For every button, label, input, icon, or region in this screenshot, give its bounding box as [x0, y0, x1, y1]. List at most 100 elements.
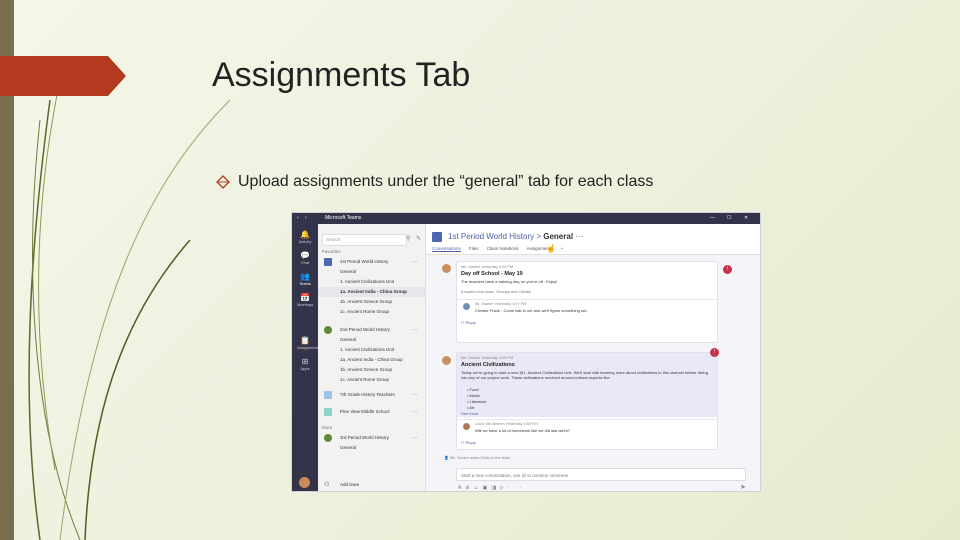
team-item-pine-view[interactable]: Pine View Middle School ···: [318, 407, 425, 417]
more-options-icon[interactable]: ···: [508, 485, 525, 491]
see-more-link[interactable]: See more: [461, 411, 478, 416]
tab-files[interactable]: Files: [469, 246, 479, 251]
bullet-text: Upload assignments under the “general” t…: [238, 173, 654, 190]
rail-teams[interactable]: 👥 Teams: [297, 272, 313, 286]
app-rail: 🔔 Activity 💬 Chat 👥 Teams 📅 Meetings 📋 Assign…: [292, 224, 320, 491]
more-options-icon[interactable]: ···: [412, 325, 417, 335]
team-item-2nd-period[interactable]: 2nd Period World History ···: [318, 325, 425, 335]
attach-icon[interactable]: ⊘: [465, 485, 473, 491]
channel-item[interactable]: 1b. Ancient Greece Group: [318, 297, 425, 307]
reply-button[interactable]: ↩ Reply: [461, 440, 476, 445]
channel-item[interactable]: 1. Ancient Civilizations Unit: [318, 345, 425, 355]
channel-item[interactable]: 1. Ancient Civilizations Unit: [318, 277, 425, 287]
rail-chat[interactable]: 💬 Chat: [297, 251, 313, 265]
channel-item[interactable]: 1c. Ancient Rome Group: [318, 375, 425, 385]
important-badge-icon: !: [723, 265, 732, 274]
add-tab-button[interactable]: +: [561, 246, 564, 251]
channel-item-selected[interactable]: 1a. Ancient India - China Group: [318, 287, 425, 297]
avatar: [442, 264, 451, 273]
channel-general[interactable]: General: [318, 267, 425, 277]
reply-meta: Mr. Sanker Yesterday 4:57 PM: [475, 302, 527, 306]
add-team-icon: ⚇: [324, 482, 330, 488]
app-title: Microsoft Teams: [325, 215, 362, 221]
channel-item[interactable]: 1b. Ancient Greece Group: [318, 365, 425, 375]
channel-item[interactable]: 1c. Ancient Rome Group: [318, 307, 425, 317]
post-text: The teachers have a training day, so you…: [461, 279, 558, 284]
compose-icon[interactable]: ✎: [416, 235, 421, 242]
channel-main: 1st Period World History > General ··· C…: [426, 224, 760, 491]
post-meta: Ms. Sanker Yesterday 4:09 PM: [461, 265, 514, 269]
teams-titlebar: ‹ › Microsoft Teams — ☐ ✕: [292, 213, 760, 224]
channel-general[interactable]: General: [318, 443, 425, 453]
channel-header: 1st Period World History > General ··· C…: [426, 224, 760, 255]
favorites-header: Favorites: [322, 249, 341, 254]
sticker-icon[interactable]: ◨: [491, 485, 500, 491]
apps-icon: ⊞: [301, 357, 309, 366]
channel-item[interactable]: 1a. Ancient India - China Group: [318, 355, 425, 365]
post-text: Today we're going to start a new @1. Anc…: [461, 370, 708, 380]
filter-icon[interactable]: ⚲: [406, 235, 410, 242]
slide-title: Assignments Tab: [212, 56, 471, 94]
team-item-7th-grade[interactable]: 7th Grade History Teachers ···: [318, 390, 425, 400]
emoji-icon[interactable]: ☺: [474, 485, 483, 491]
compose-input[interactable]: Start a new conversation, use @ to menti…: [456, 468, 746, 481]
search-input[interactable]: Search: [322, 234, 407, 246]
reply-button[interactable]: ↩ Reply: [461, 320, 476, 325]
post-title: Ancient Civilizations: [461, 362, 515, 368]
minimize-icon[interactable]: —: [710, 215, 715, 221]
mouse-pointer-icon: ☝: [546, 244, 556, 253]
title-accent-arrow: [0, 56, 126, 96]
team-item-1st-period[interactable]: 1st Period World History ···: [318, 257, 425, 267]
post-title: Day off School - May 19: [461, 271, 523, 277]
close-icon[interactable]: ✕: [744, 215, 748, 221]
team-avatar: [324, 391, 332, 399]
team-item-3rd-period[interactable]: 3rd Period World History ···: [318, 433, 425, 443]
reply-text: Will we have a lot of homework like we d…: [475, 428, 570, 433]
post-ancient-civilizations: Ms. Sanker Yesterday 4:09 PM Ancient Civ…: [456, 352, 718, 450]
add-team-button[interactable]: ⚇ Add team: [318, 480, 425, 490]
team-avatar: [324, 434, 332, 442]
bullet-item: Upload assignments under the “general” t…: [216, 173, 653, 191]
more-options-icon[interactable]: ···: [412, 407, 417, 417]
more-options-icon[interactable]: ···: [412, 257, 417, 267]
rail-assignments[interactable]: 📋 Assignments: [297, 336, 320, 350]
channel-general[interactable]: General: [318, 335, 425, 345]
teams-icon: 👥: [300, 272, 310, 281]
meet-icon[interactable]: ▷: [500, 485, 508, 491]
reply-meta: Louis Van Beeten Yesterday 4:59 PM: [475, 422, 538, 426]
rail-apps[interactable]: ⊞ Apps: [297, 357, 313, 371]
avatar[interactable]: [299, 477, 310, 488]
teams-list: Search ⚲ ✎ Favorites 1st Period World Hi…: [318, 224, 426, 491]
tab-class-notebook[interactable]: Class Notebook: [487, 246, 519, 251]
chat-icon: 💬: [300, 251, 310, 260]
team-avatar: [324, 326, 332, 334]
rail-activity[interactable]: 🔔 Activity: [297, 230, 313, 244]
maximize-icon[interactable]: ☐: [727, 215, 731, 221]
more-options-icon[interactable]: ···: [575, 232, 583, 241]
more-options-icon[interactable]: ···: [412, 433, 417, 443]
back-arrow-icon[interactable]: ‹: [297, 215, 299, 221]
avatar: [463, 423, 470, 430]
compose-toolbar: A⊘☺▣◨▷···: [458, 485, 525, 491]
system-message: 👤 Ms. Sanker added Holly to the team: [444, 456, 511, 460]
send-icon[interactable]: ➤: [740, 483, 746, 491]
team-avatar: [324, 258, 332, 266]
reply-text: Christie Frank - Come talk to me and we'…: [475, 308, 588, 313]
channel-title: 1st Period World History > General ···: [448, 232, 584, 241]
team-avatar: [324, 408, 332, 416]
post-day-off: Ms. Sanker Yesterday 4:09 PM Day off Sch…: [456, 261, 718, 343]
team-icon: [432, 232, 442, 242]
assignments-icon: 📋: [300, 336, 310, 345]
post-meta: Ms. Sanker Yesterday 4:09 PM: [461, 356, 514, 360]
more-header: More: [322, 425, 333, 430]
tab-conversations[interactable]: Conversations: [432, 246, 461, 252]
forward-arrow-icon[interactable]: ›: [305, 215, 307, 221]
reply-summary[interactable]: 8 replies from Isaac, Georgia and Christ…: [461, 290, 531, 294]
rail-meetings[interactable]: 📅 Meetings: [297, 293, 313, 307]
teams-screenshot: ‹ › Microsoft Teams — ☐ ✕ 🔔 Activity 💬 Cha…: [292, 213, 760, 491]
post-list: • Food • Music • Literature • Art: [467, 387, 486, 411]
diamond-bullet-icon: [216, 175, 230, 189]
avatar: [463, 303, 470, 310]
calendar-icon: 📅: [300, 293, 310, 302]
more-options-icon[interactable]: ···: [412, 390, 417, 400]
